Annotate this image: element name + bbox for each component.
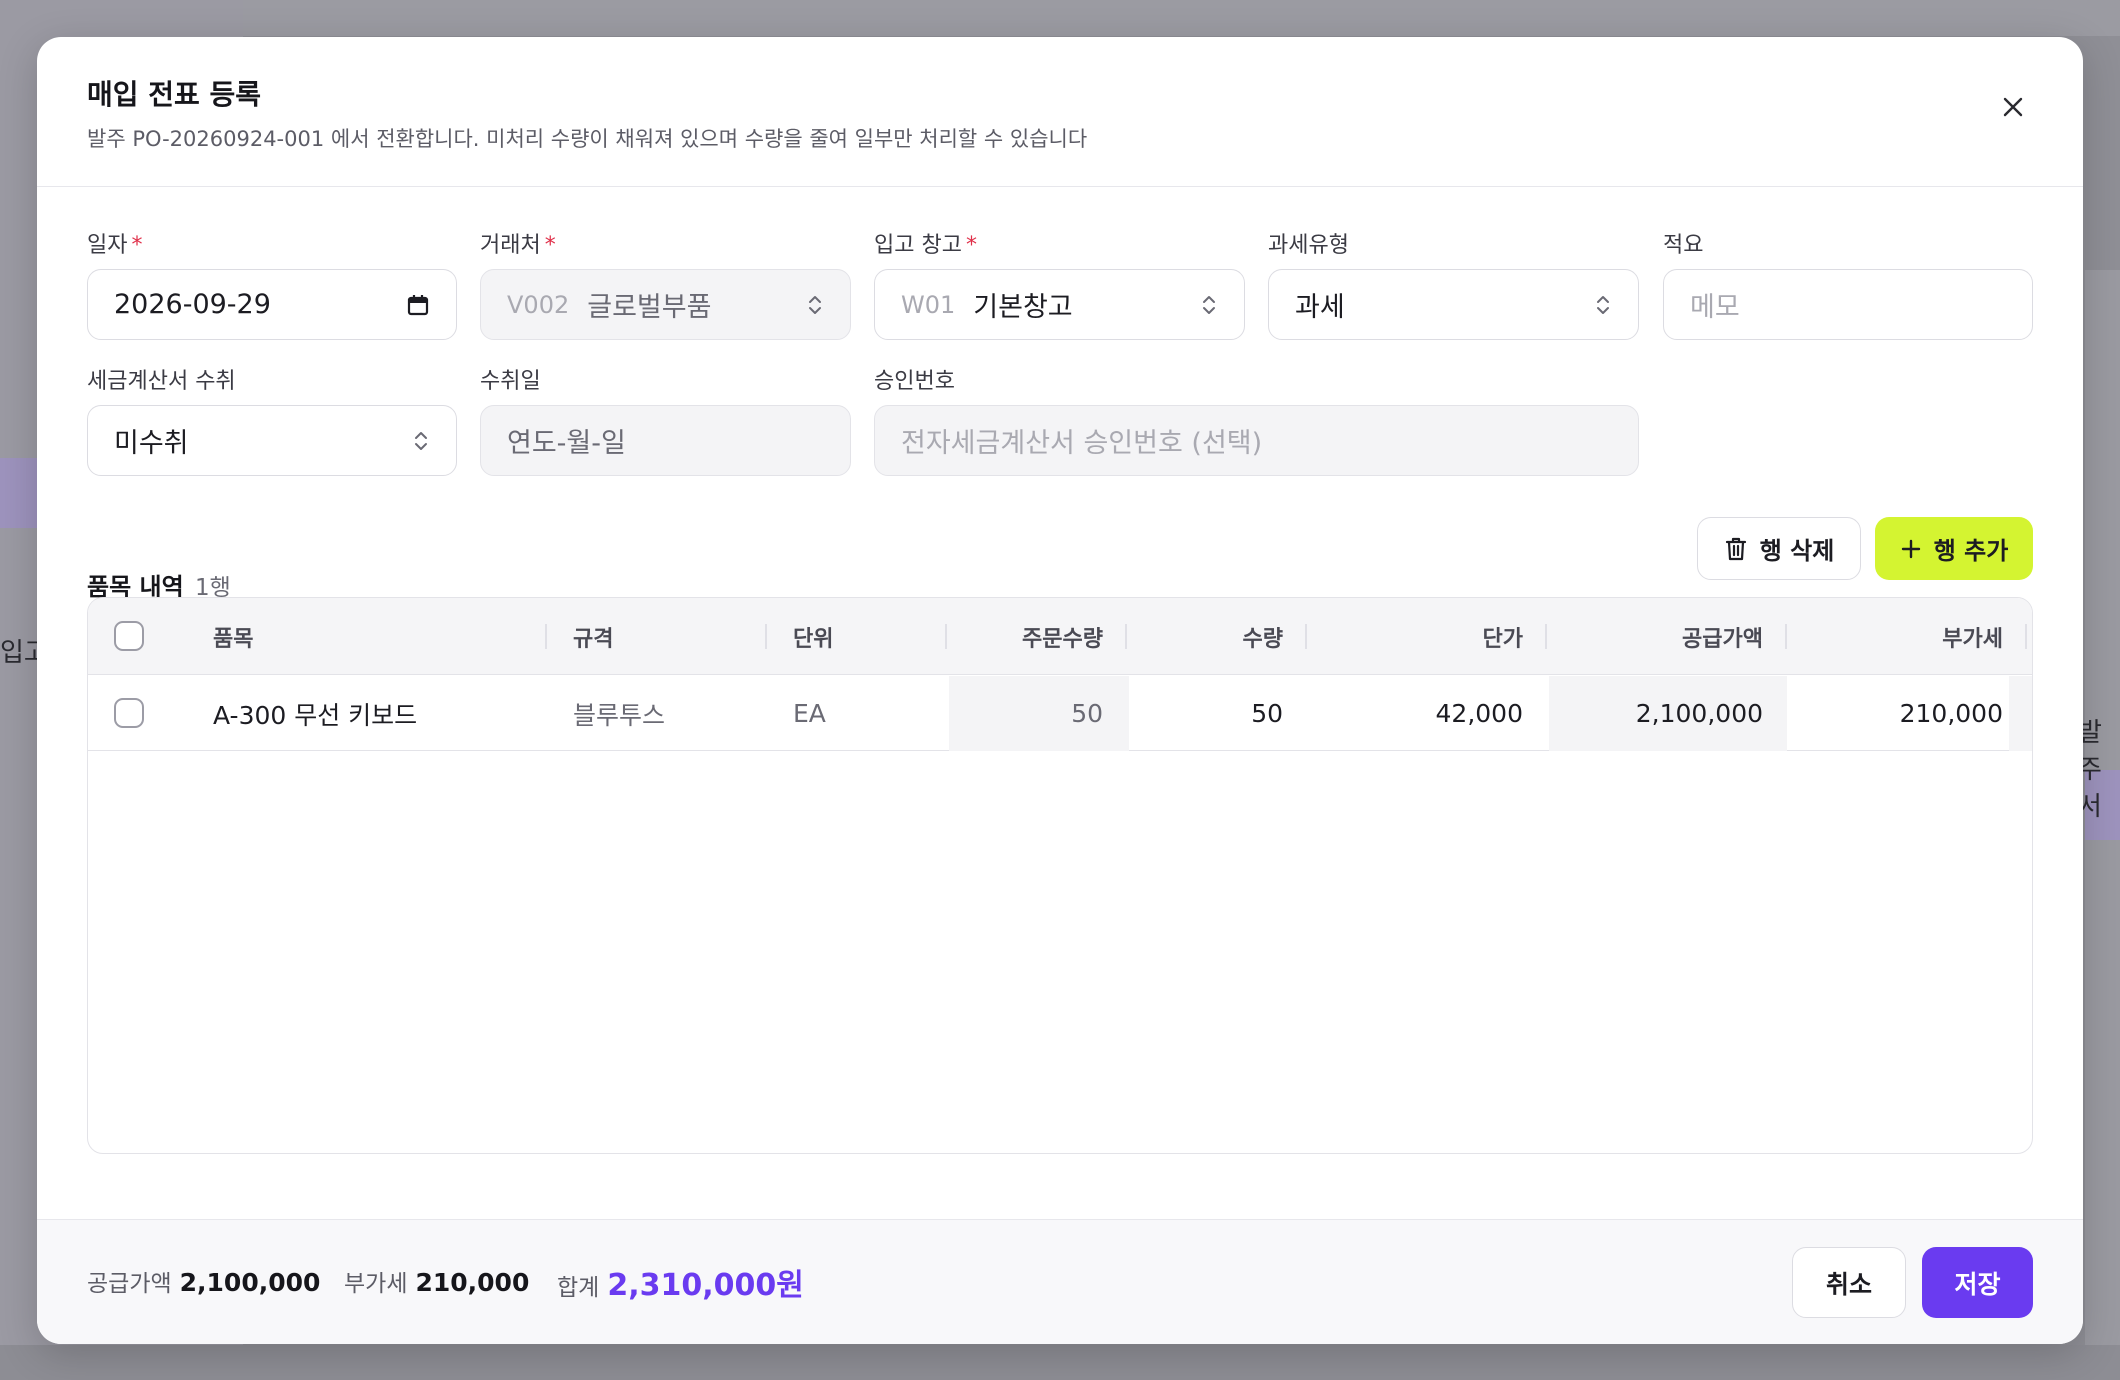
cell-supply: 2,100,000 bbox=[1635, 699, 1763, 728]
column-resizer[interactable] bbox=[945, 624, 947, 649]
close-button[interactable] bbox=[1993, 87, 2033, 127]
approval-number-label: 승인번호 bbox=[874, 369, 955, 394]
row-checkbox[interactable] bbox=[114, 698, 144, 728]
column-header-spec[interactable]: 규격 bbox=[573, 598, 753, 675]
column-header-unit[interactable]: 단위 bbox=[793, 598, 913, 675]
date-input[interactable]: 2026-09-29 bbox=[87, 269, 457, 340]
received-date-placeholder: 연도-월-일 bbox=[507, 428, 626, 459]
cell-unit-price[interactable]: 42,000 bbox=[1318, 676, 1523, 751]
column-header-unit-price[interactable]: 단가 bbox=[1318, 598, 1523, 675]
cell-qty[interactable]: 50 bbox=[1138, 676, 1283, 751]
calendar-icon[interactable] bbox=[406, 293, 430, 317]
tax-type-label: 과세유형 bbox=[1268, 233, 1349, 258]
add-row-label: 행 추가 bbox=[1933, 537, 2009, 565]
tax-type-select[interactable]: 과세 bbox=[1268, 269, 1639, 340]
cancel-button[interactable]: 취소 bbox=[1792, 1247, 1906, 1318]
column-header-item[interactable]: 품목 bbox=[213, 598, 453, 675]
warehouse-code: W01 bbox=[901, 290, 956, 319]
memo-input[interactable]: 메모 bbox=[1663, 269, 2033, 340]
column-header-vat[interactable]: 부가세 bbox=[1798, 598, 2003, 675]
column-resizer[interactable] bbox=[765, 624, 767, 649]
dialog-title: 매입 전표 등록 bbox=[87, 78, 262, 111]
grand-total: 합계 2,310,000원 bbox=[557, 1260, 804, 1304]
chevron-updown-icon bbox=[1594, 292, 1612, 318]
received-date-label: 수취일 bbox=[480, 369, 541, 394]
dialog-subtitle: 발주 PO-20260924-001 에서 전환합니다. 미처리 수량이 채워져… bbox=[87, 127, 1088, 151]
cell-item[interactable]: A-300 무선 키보드 bbox=[213, 676, 533, 751]
add-row-button[interactable]: 행 추가 bbox=[1875, 517, 2033, 580]
delete-row-button[interactable]: 행 삭제 bbox=[1697, 517, 1861, 580]
received-date-input[interactable]: 연도-월-일 bbox=[480, 405, 851, 476]
cell-ordered-qty: 50 bbox=[1071, 699, 1103, 728]
supply-total-label: 공급가액 bbox=[87, 1271, 172, 1297]
column-resizer[interactable] bbox=[545, 624, 547, 649]
tax-type-value: 과세 bbox=[1295, 292, 1345, 323]
memo-label: 적요 bbox=[1663, 233, 1704, 258]
invoice-received-value: 미수취 bbox=[114, 428, 189, 459]
plus-icon bbox=[1901, 539, 1920, 558]
cell-unit[interactable]: EA bbox=[793, 676, 913, 751]
vendor-label: 거래처 * bbox=[480, 233, 556, 258]
vendor-name: 글로벌부품 bbox=[587, 292, 712, 323]
purchase-voucher-dialog: 매입 전표 등록 발주 PO-20260924-001 에서 전환합니다. 미처… bbox=[37, 37, 2083, 1344]
approval-number-placeholder: 전자세금계산서 승인번호 (선택) bbox=[901, 428, 1263, 459]
column-header-supply[interactable]: 공급가액 bbox=[1558, 598, 1763, 675]
required-mark: * bbox=[965, 233, 977, 258]
chevron-updown-icon bbox=[412, 428, 430, 454]
memo-placeholder: 메모 bbox=[1690, 292, 1740, 323]
close-icon bbox=[2003, 97, 2023, 117]
warehouse-label: 입고 창고 * bbox=[874, 233, 977, 258]
vendor-select[interactable]: V002 글로벌부품 bbox=[480, 269, 851, 340]
column-resizer[interactable] bbox=[1125, 624, 1127, 649]
select-all-checkbox[interactable] bbox=[114, 621, 144, 651]
save-button[interactable]: 저장 bbox=[1922, 1247, 2033, 1318]
required-mark: * bbox=[544, 233, 556, 258]
grand-total-value: 2,310,000원 bbox=[607, 1268, 804, 1303]
column-resizer[interactable] bbox=[1545, 624, 1547, 649]
trash-icon bbox=[1725, 537, 1746, 560]
cell-vat[interactable]: 210,000 bbox=[1798, 676, 2003, 751]
vendor-code: V002 bbox=[507, 290, 570, 319]
chevron-updown-icon bbox=[806, 292, 824, 318]
vat-total-label: 부가세 bbox=[344, 1271, 408, 1297]
supply-total-value: 2,100,000 bbox=[179, 1268, 321, 1297]
required-mark: * bbox=[131, 233, 143, 258]
cell-spec[interactable]: 블루투스 bbox=[573, 676, 753, 751]
table-row[interactable]: A-300 무선 키보드 블루투스 EA 50 50 42,000 2,100,… bbox=[88, 676, 2032, 751]
background-top-bar bbox=[243, 0, 2120, 36]
date-value: 2026-09-29 bbox=[114, 289, 271, 320]
background-bottom bbox=[0, 1345, 2120, 1380]
table-header: 품목 규격 단위 주문수량 수량 단가 공급가액 부가세 bbox=[88, 598, 2032, 675]
invoice-received-select[interactable]: 미수취 bbox=[87, 405, 457, 476]
supply-total: 공급가액 2,100,000 bbox=[87, 1264, 320, 1298]
delete-row-label: 행 삭제 bbox=[1759, 537, 1835, 565]
readonly-cell-bg bbox=[2009, 676, 2032, 751]
dialog-header: 매입 전표 등록 발주 PO-20260924-001 에서 전환합니다. 미처… bbox=[37, 37, 2083, 187]
warehouse-select[interactable]: W01 기본창고 bbox=[874, 269, 1245, 340]
warehouse-name: 기본창고 bbox=[973, 292, 1073, 323]
chevron-updown-icon bbox=[1200, 292, 1218, 318]
column-resizer[interactable] bbox=[2025, 624, 2027, 649]
background-right-fragment: 발주서 bbox=[2078, 718, 2102, 822]
column-resizer[interactable] bbox=[1785, 624, 1787, 649]
dialog-footer: 공급가액 2,100,000 부가세 210,000 합계 2,310,000원… bbox=[37, 1219, 2083, 1344]
items-table: 품목 규격 단위 주문수량 수량 단가 공급가액 부가세 A-300 무선 키보… bbox=[87, 597, 2033, 1154]
column-header-ordered-qty[interactable]: 주문수량 bbox=[958, 598, 1103, 675]
column-resizer[interactable] bbox=[1305, 624, 1307, 649]
approval-number-input[interactable]: 전자세금계산서 승인번호 (선택) bbox=[874, 405, 1639, 476]
vat-total: 부가세 210,000 bbox=[344, 1264, 529, 1298]
vat-total-value: 210,000 bbox=[415, 1268, 530, 1297]
invoice-received-label: 세금계산서 수취 bbox=[87, 369, 236, 394]
date-label: 일자 * bbox=[87, 233, 143, 258]
column-header-qty[interactable]: 수량 bbox=[1138, 598, 1283, 675]
grand-total-label: 합계 bbox=[557, 1275, 600, 1301]
